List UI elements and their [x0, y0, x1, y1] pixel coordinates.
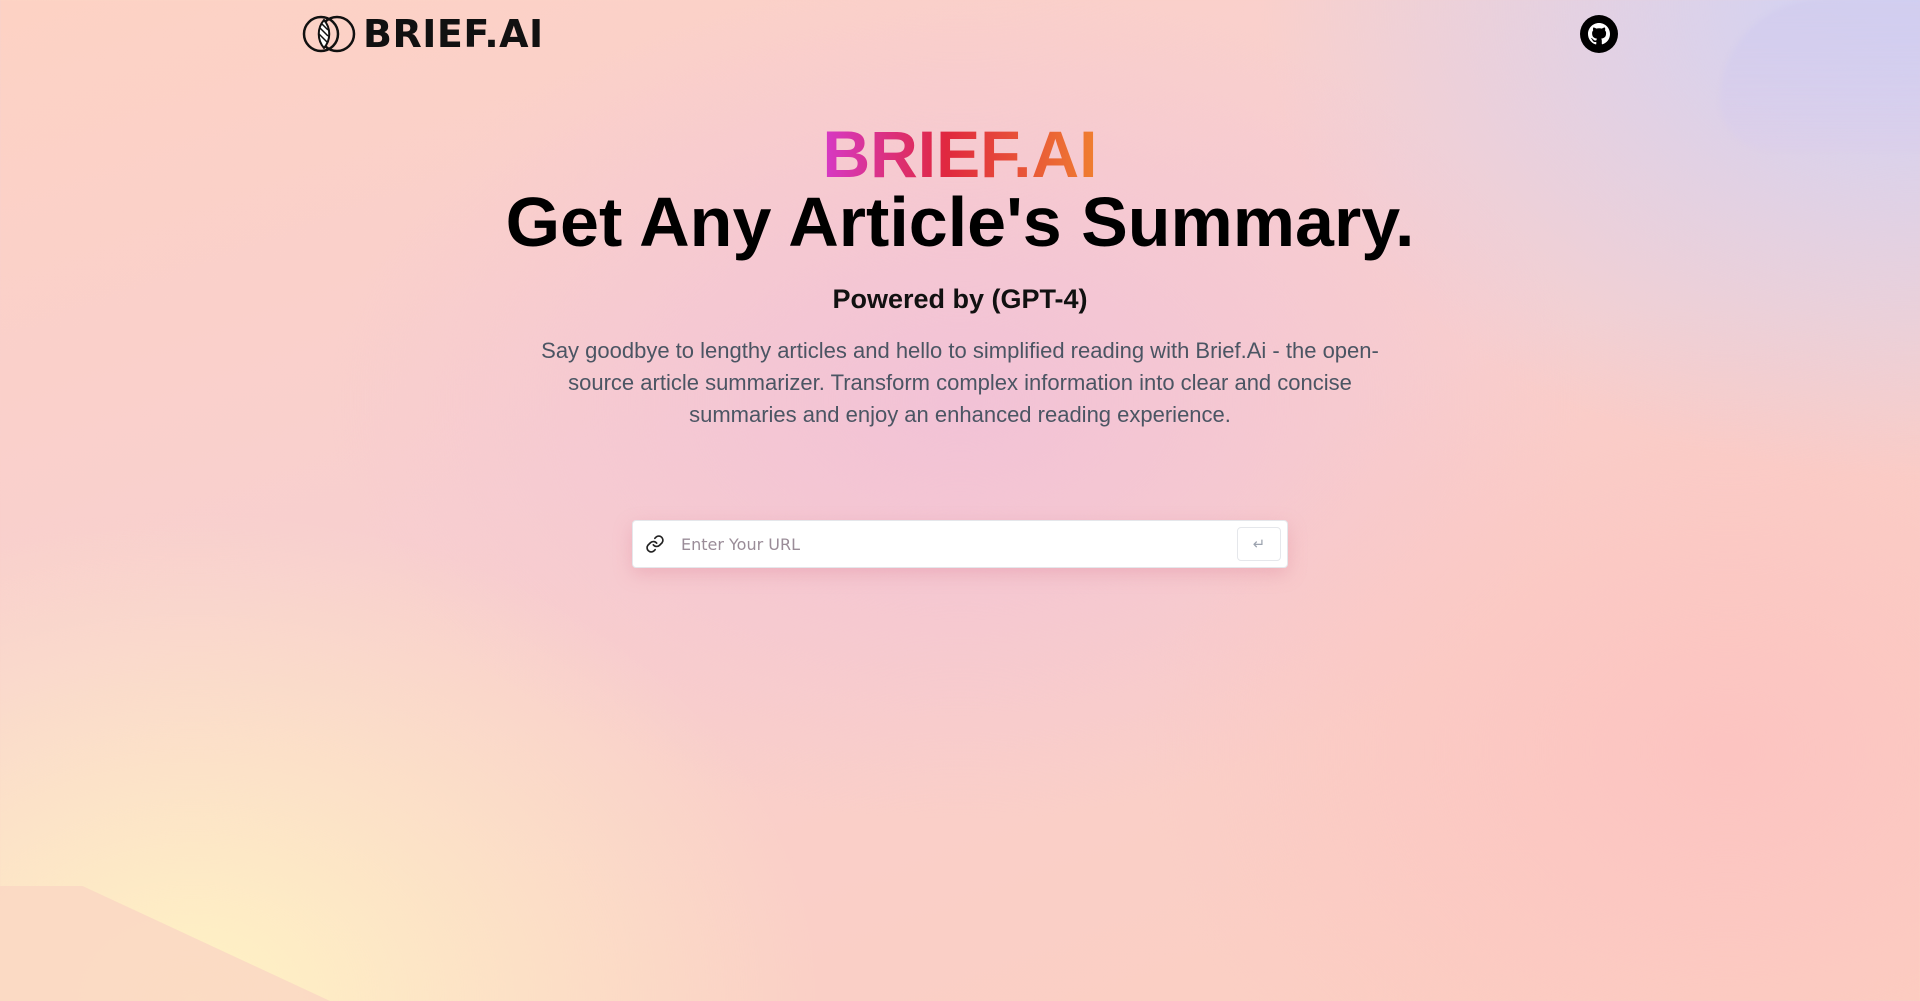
- github-icon[interactable]: [1579, 14, 1619, 54]
- page-title: Get Any Article's Summary.: [505, 183, 1415, 261]
- hero-brand: BRIEF.AI: [822, 117, 1098, 191]
- hero-description: Say goodbye to lengthy articles and hell…: [541, 338, 1379, 427]
- url-input[interactable]: [679, 520, 1237, 568]
- submit-button[interactable]: ↵: [1237, 527, 1281, 561]
- logo-icon: [302, 15, 356, 53]
- url-search-form: ↵: [632, 520, 1288, 568]
- brand-text: BRIEF.AI: [363, 12, 544, 56]
- brand-logo[interactable]: BRIEF.AI: [301, 12, 544, 56]
- hero-section: BRIEF.AI Get Any Article's Summary. Powe…: [0, 118, 1920, 431]
- link-icon: [646, 535, 664, 553]
- background-blob: [0, 886, 330, 1001]
- powered-by-text: Powered by (GPT-4): [832, 284, 1088, 314]
- navbar: BRIEF.AI: [301, 12, 1619, 56]
